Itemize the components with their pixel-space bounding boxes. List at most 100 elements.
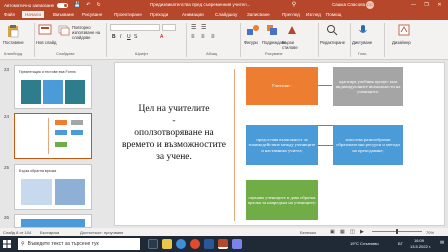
tab-design[interactable]: Проектиране (114, 12, 142, 17)
task-view-icon[interactable] (148, 239, 158, 249)
reading-view-icon[interactable]: ◫ (350, 229, 355, 235)
tab-review[interactable]: Преглед (282, 12, 300, 17)
divider-line (234, 69, 235, 221)
align-right-icon[interactable]: ≡ (211, 34, 215, 40)
tab-animations[interactable]: Анимации (182, 12, 204, 17)
thumbnail-preview (21, 219, 85, 227)
zoom-slider-thumb[interactable] (396, 229, 398, 234)
avatar[interactable]: СС (366, 1, 374, 9)
ribbon-separator (240, 23, 241, 57)
tab-draw[interactable]: Рисуване (82, 12, 102, 17)
reuse-slides-icon[interactable] (58, 24, 70, 36)
tab-slideshow[interactable]: Слайдшоу (215, 12, 237, 17)
tab-help[interactable]: Помощ (326, 12, 341, 17)
paragraph-group-label: Абзац (206, 51, 218, 56)
thumbnail-number: 24 (4, 114, 10, 119)
minimize-button[interactable]: — (407, 0, 420, 10)
close-button[interactable]: ✕ (433, 0, 446, 10)
notifications-icon[interactable]: ✉ (440, 240, 444, 246)
find-icon[interactable] (326, 24, 338, 36)
title-line: Цел на учителите (138, 104, 210, 114)
keyboard-language[interactable]: БГ (398, 241, 403, 246)
language-indicator[interactable]: Български (40, 230, 59, 235)
clock-time[interactable]: 16:09 (414, 238, 424, 243)
zoom-level[interactable]: 70% (426, 230, 434, 235)
font-name-dropdown[interactable] (110, 24, 160, 31)
underline-icon[interactable]: U (127, 34, 131, 40)
new-slide-icon[interactable] (38, 24, 52, 36)
shapes-label: Фигури (244, 40, 258, 45)
strikethrough-icon[interactable]: S (134, 34, 137, 40)
slides-group-label: Слайдове (56, 51, 75, 56)
paste-icon[interactable] (6, 24, 20, 38)
thumbnail-preview (19, 118, 49, 154)
window-controls: — ❐ ✕ (407, 0, 446, 10)
thumbnail-preview (21, 179, 85, 205)
windows-start-icon[interactable] (3, 240, 11, 248)
align-left-icon[interactable]: ≡ (191, 34, 195, 40)
tab-record[interactable]: Записване (247, 12, 270, 17)
accessibility-indicator[interactable]: Достъпност: проучване (80, 230, 123, 235)
weather-indicator[interactable]: 19°C Слънчево (350, 241, 379, 246)
normal-view-icon[interactable]: ▣ (330, 229, 335, 235)
slide-thumbnail[interactable] (14, 214, 92, 228)
microphone-icon[interactable] (358, 24, 368, 36)
font-color-icon[interactable]: A (160, 34, 163, 40)
bold-icon[interactable]: B (112, 34, 116, 40)
title-rest: оползотворяване на времето и възможности… (121, 128, 227, 162)
thumbnail-title: Презентация и тестове във Forms (19, 70, 76, 74)
smartart-box-interaction[interactable]: предоставя възможност за взаимодействие … (246, 125, 318, 165)
notes-button[interactable]: Бележки (300, 230, 316, 235)
arrange-icon[interactable] (266, 24, 278, 36)
smartart-box-teacher[interactable]: Учителят : (246, 67, 318, 105)
file-explorer-icon[interactable] (162, 239, 172, 249)
thumbnail-number: 25 (4, 165, 10, 170)
smartart-box-adapt[interactable]: адаптира учебния процес към индивидуални… (333, 67, 403, 106)
dictate-label: Диктуване (352, 40, 373, 45)
search-icon: ⚲ (21, 241, 25, 247)
paste-label: Поставяне (3, 40, 24, 45)
chrome-icon[interactable] (190, 239, 200, 249)
title-dash: - (172, 116, 176, 126)
taskbar-search-input[interactable]: ⚲ Въведете текст за търсене тук (18, 238, 140, 250)
ribbon-separator (186, 23, 187, 57)
undo-icon[interactable]: ↶ (86, 2, 90, 8)
slide-title[interactable]: Цел на учителите - оползотворяване на вр… (121, 103, 227, 163)
align-center-icon[interactable]: ≡ (201, 34, 205, 40)
user-name[interactable]: Сашка Спасова (332, 2, 365, 7)
redo-icon[interactable]: ↻ (97, 2, 101, 8)
reuse-slides-label: Повторно използване на слайдове (72, 25, 101, 40)
autosave-toggle[interactable] (57, 2, 69, 8)
slide-thumbnail[interactable]: Бърза обратна връзка (14, 164, 92, 210)
ribbon-separator (350, 23, 351, 57)
tab-home[interactable]: Начало (22, 11, 45, 18)
slide-canvas[interactable]: Цел на учителите - оползотворяване на вр… (114, 62, 445, 226)
tab-transitions[interactable]: Преходи (150, 12, 168, 17)
slide-thumbnail-selected[interactable] (14, 113, 92, 159)
autosave-label: Автоматично записване (4, 2, 55, 8)
italic-icon[interactable]: I (120, 34, 121, 40)
quick-styles-icon[interactable] (286, 24, 298, 36)
teams-icon[interactable] (232, 239, 242, 249)
edge-icon[interactable] (176, 239, 186, 249)
tab-view[interactable]: Изглед (306, 12, 321, 17)
slide-thumbnail[interactable]: Презентация и тестове във Forms (14, 65, 92, 109)
numbering-icon[interactable]: ☰ (201, 24, 206, 31)
tab-file[interactable]: Файл (4, 12, 15, 17)
clock-date[interactable]: 13.5.2022 г. (410, 244, 431, 249)
designer-icon[interactable] (398, 24, 410, 36)
bullets-icon[interactable]: ☰ (191, 24, 196, 31)
search-icon[interactable]: ⚲ (290, 1, 298, 9)
slideshow-icon[interactable]: ▶ (360, 229, 364, 235)
shapes-icon[interactable] (246, 24, 260, 36)
slide-sorter-icon[interactable]: ▦ (340, 229, 345, 235)
word-icon[interactable] (204, 239, 214, 249)
powerpoint-taskbar-icon[interactable] (218, 239, 228, 249)
tab-insert[interactable]: Вмъкване (53, 12, 74, 17)
font-size-dropdown[interactable] (162, 24, 176, 31)
restore-button[interactable]: ❐ (420, 0, 433, 10)
save-icon[interactable]: 💾 (74, 2, 80, 8)
smartart-box-assessment[interactable]: оценява учениците и дава обратна връзка … (246, 180, 318, 220)
slide-thumbnails-panel[interactable]: 23 Презентация и тестове във Forms 24 25… (0, 61, 100, 228)
smartart-box-resources[interactable]: използва разнообразни образователни ресу… (333, 125, 403, 165)
